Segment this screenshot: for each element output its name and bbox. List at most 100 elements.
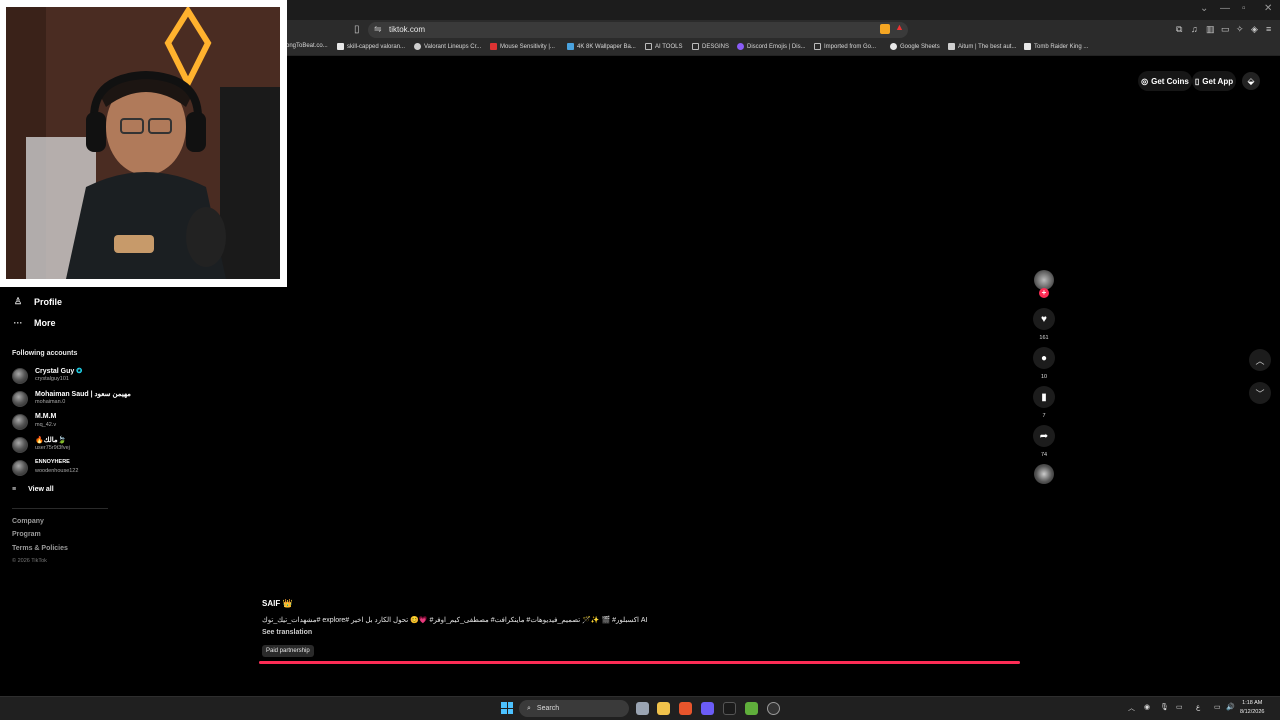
maximize-icon[interactable]: ▫ <box>1242 3 1246 14</box>
bookmark-item[interactable]: Mouse Sensitivity |... <box>490 43 555 50</box>
wallet-icon[interactable]: ▭ <box>1221 24 1230 35</box>
bookmark-icon: ▮ <box>1041 391 1047 403</box>
search-icon: ⌕ <box>527 704 531 712</box>
save-count: 7 <box>1042 413 1046 419</box>
comment-action: ● 10 <box>1032 347 1056 380</box>
following-account[interactable]: M.M.M mq_42.v <box>12 413 112 433</box>
address-bar[interactable]: ⇋ tiktok.com <box>368 22 908 38</box>
vpn-icon[interactable]: ◈ <box>1251 24 1258 35</box>
footer-link-program[interactable]: Program <box>12 531 41 538</box>
bookmark-favicon <box>1024 43 1031 50</box>
taskbar-search[interactable]: ⌕ Search <box>519 700 629 717</box>
get-coins-button[interactable]: ◎ Get Coins <box>1138 71 1192 91</box>
account-username: mq_42.v <box>35 422 57 428</box>
footer-link-company[interactable]: Company <box>12 518 44 525</box>
bookmark-item[interactable]: Tomb Raider King ... <box>1024 43 1088 50</box>
account-username: crystalguy101 <box>35 376 69 382</box>
account-username: user75r9t3fvej <box>35 445 70 451</box>
sidebar-item-profile[interactable]: ♙ Profile <box>12 296 62 307</box>
brave-icon[interactable] <box>679 702 692 715</box>
bookmark-item[interactable]: Aitum | The best aut... <box>948 43 1016 50</box>
extension-icon[interactable]: ⧉ <box>1176 24 1182 35</box>
obs-icon[interactable] <box>767 702 780 715</box>
bookmark-item[interactable]: Discord Emojis | Dis... <box>737 43 806 50</box>
bookmark-item[interactable]: ongToBeat.co... <box>286 43 328 49</box>
following-account[interactable]: ENNOYHERE woodenhouse122 <box>12 459 112 479</box>
save-button[interactable]: ▮ <box>1033 386 1055 408</box>
capcut-icon[interactable] <box>723 702 736 715</box>
get-app-button[interactable]: ▯ Get App <box>1192 71 1236 91</box>
video-player[interactable] <box>287 57 1027 597</box>
bookmark-item[interactable]: Valorant Lineups Cr... <box>414 43 481 50</box>
more-icon: ··· <box>13 318 23 328</box>
site-info-icon[interactable]: ⇋ <box>374 24 382 35</box>
see-translation-link[interactable]: See translation <box>262 629 312 636</box>
music-disc[interactable] <box>1034 464 1054 484</box>
profile-icon: ♙ <box>13 296 23 306</box>
bookmark-icon[interactable]: ▯ <box>354 24 360 35</box>
chevron-down-icon[interactable]: ⌄ <box>1200 3 1208 14</box>
minimize-icon[interactable]: — <box>1220 3 1230 14</box>
task-view-icon[interactable] <box>636 702 649 715</box>
following-account[interactable]: Crystal Guy ✪ crystalguy101 <box>12 367 112 387</box>
keyboard-icon[interactable]: ▭ <box>1176 703 1183 711</box>
creator-avatar[interactable] <box>1034 270 1054 290</box>
next-video-button[interactable]: ﹀ <box>1249 382 1271 404</box>
like-button[interactable]: ♥ <box>1033 308 1055 330</box>
bookmark-item[interactable]: skill-capped valoran... <box>337 43 405 50</box>
tray-clock[interactable]: 1:18 AM 8/12/2026 <box>1240 699 1264 717</box>
view-all-button[interactable]: ≡ View all <box>12 486 54 493</box>
volume-icon[interactable]: 🔊 <box>1226 703 1235 711</box>
brave-rewards-icon[interactable]: ▲ <box>895 22 905 32</box>
minecraft-icon[interactable] <box>745 702 758 715</box>
sidebar-toggle-icon[interactable]: ▥ <box>1206 24 1215 35</box>
brave-shields-icon[interactable] <box>880 24 890 34</box>
bookmark-item[interactable]: 4K 8K Wallpaper Ba... <box>567 43 636 50</box>
media-icon[interactable]: ♫ <box>1191 24 1198 34</box>
avatar <box>12 437 28 453</box>
following-account[interactable]: Mohaiman Saud | مهيمن سعود mohaiman.0 <box>12 390 131 410</box>
bookmark-favicon <box>737 43 744 50</box>
share-count: 74 <box>1040 452 1048 458</box>
following-account[interactable]: 🔥مالك🍃 user75r9t3fvej <box>12 436 112 456</box>
leo-icon[interactable]: ✧ <box>1236 24 1244 35</box>
bookmark-folder[interactable]: DESGINS <box>692 43 729 50</box>
account-name: M.M.M <box>35 413 57 420</box>
footer-link-terms[interactable]: Terms & Policies <box>12 545 68 552</box>
url-text: tiktok.com <box>389 25 426 34</box>
file-explorer-icon[interactable] <box>657 702 670 715</box>
webcam-overlay <box>0 0 287 287</box>
network-icon[interactable]: ▭ <box>1214 703 1221 711</box>
video-author[interactable]: SAIF 👑 <box>262 599 292 608</box>
windows-start-button[interactable] <box>501 702 513 714</box>
bookmark-favicon <box>948 43 955 50</box>
folder-icon <box>645 43 652 50</box>
bookmark-folder[interactable]: AI TOOLS <box>645 43 682 50</box>
like-action: ♥ 161 <box>1032 308 1056 341</box>
sidebar-item-more[interactable]: ··· More <box>12 318 56 328</box>
tray-overflow-icon[interactable]: ︿ <box>1128 703 1135 713</box>
account-username: woodenhouse122 <box>35 468 79 474</box>
comment-button[interactable]: ● <box>1033 347 1055 369</box>
inbox-icon: ⬙ <box>1247 75 1255 86</box>
save-action: ▮ 7 <box>1032 386 1056 419</box>
bookmark-favicon <box>414 43 421 50</box>
bookmark-folder[interactable]: Imported from Go... <box>814 43 876 50</box>
comment-icon: ● <box>1040 352 1048 364</box>
discord-tray-icon[interactable]: ◉ <box>1144 703 1150 711</box>
account-name: 🔥مالك🍃 <box>35 437 67 444</box>
copyright: © 2026 TikTok <box>12 558 47 564</box>
bookmark-item[interactable]: Google Sheets <box>890 43 940 50</box>
follow-button[interactable]: + <box>1039 288 1049 298</box>
microphone-icon[interactable]: 🎙 <box>1160 703 1169 711</box>
language-icon[interactable]: ع <box>1196 703 1200 711</box>
discord-icon[interactable] <box>701 702 714 715</box>
share-action: ➦ 74 <box>1032 425 1056 458</box>
menu-icon[interactable]: ≡ <box>1266 24 1271 34</box>
inbox-button[interactable]: ⬙ <box>1242 72 1260 90</box>
close-icon[interactable]: ✕ <box>1264 3 1272 14</box>
previous-video-button[interactable]: ︿ <box>1249 349 1271 371</box>
comment-count: 10 <box>1040 374 1048 380</box>
share-button[interactable]: ➦ <box>1033 425 1055 447</box>
video-progress-bar[interactable] <box>259 661 1020 664</box>
